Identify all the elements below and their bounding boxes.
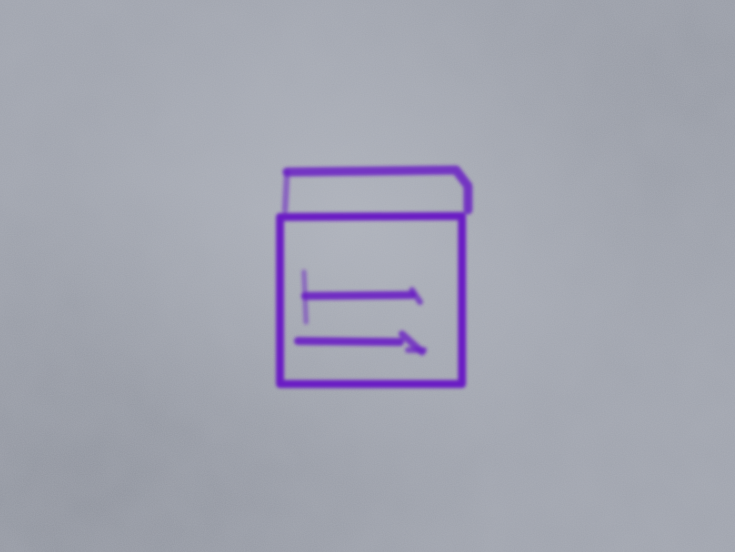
- calendar-row-bottom: [294, 337, 404, 346]
- calendar-row-mid-stub: [301, 269, 309, 325]
- paper-background: [0, 0, 735, 552]
- calendar-top-strip: [282, 165, 473, 215]
- calendar-top-left-edge: [282, 169, 290, 213]
- calendar-drawing: [276, 165, 473, 388]
- calendar-icon: [276, 165, 473, 388]
- calendar-row-top: [301, 291, 416, 300]
- calendar-row-top-tick: [409, 287, 423, 305]
